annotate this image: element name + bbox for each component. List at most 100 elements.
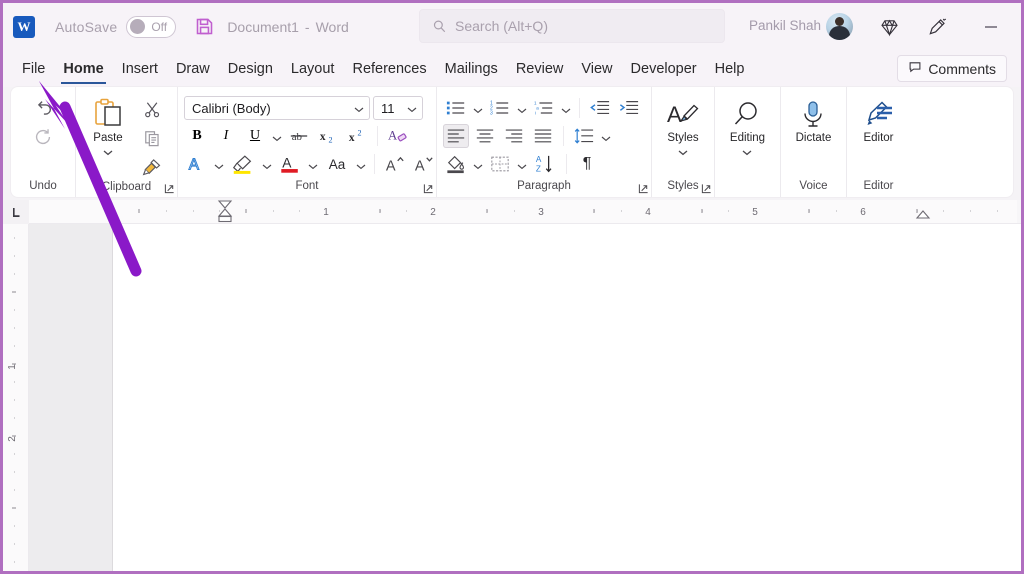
borders-chevron-down-icon[interactable] xyxy=(516,158,528,170)
ruler-track[interactable]: 12 34 56 xyxy=(29,200,1017,223)
decrease-indent-button[interactable] xyxy=(587,96,613,120)
vertical-ruler[interactable]: 1 2 xyxy=(3,224,29,571)
tab-review[interactable]: Review xyxy=(507,50,573,87)
font-size-chevron-down-icon[interactable] xyxy=(406,102,418,114)
shading-button[interactable] xyxy=(443,152,469,176)
document-canvas[interactable] xyxy=(29,224,1021,571)
bullets-button[interactable] xyxy=(443,96,469,120)
numbering-chevron-down-icon[interactable] xyxy=(516,102,528,114)
avatar[interactable] xyxy=(826,13,853,40)
text-effects-chevron-down-icon[interactable] xyxy=(213,158,225,170)
autosave-toggle[interactable]: Off xyxy=(126,16,176,38)
font-color-chevron-down-icon[interactable] xyxy=(307,158,319,170)
italic-label: I xyxy=(224,128,229,144)
font-name-chevron-down-icon[interactable] xyxy=(353,102,365,114)
redo-button[interactable] xyxy=(29,123,57,151)
numbering-button[interactable]: 1 2 3 xyxy=(487,96,513,120)
tab-developer[interactable]: Developer xyxy=(622,50,706,87)
search-box[interactable] xyxy=(419,9,725,43)
font-size-combo[interactable]: 11 xyxy=(373,96,423,120)
font-name-combo[interactable]: Calibri (Body) xyxy=(184,96,370,120)
bold-button[interactable]: B xyxy=(184,124,210,148)
font-dialog-launcher-icon[interactable] xyxy=(423,181,434,192)
multilevel-chevron-down-icon[interactable] xyxy=(560,102,572,114)
change-case-button[interactable]: Aa xyxy=(322,152,352,176)
dictate-button[interactable]: Dictate xyxy=(793,97,835,147)
user-name-label[interactable]: Pankil Shah xyxy=(749,18,821,33)
text-highlight-button[interactable] xyxy=(228,152,258,176)
paste-chevron-down-icon[interactable] xyxy=(102,144,114,156)
line-spacing-button[interactable] xyxy=(571,124,597,148)
underline-button[interactable]: U xyxy=(242,124,268,148)
highlight-chevron-down-icon[interactable] xyxy=(261,158,273,170)
grow-font-button[interactable]: A xyxy=(382,152,408,176)
bullets-chevron-down-icon[interactable] xyxy=(472,102,484,114)
paragraph-dialog-launcher-icon[interactable] xyxy=(638,181,649,192)
comments-button[interactable]: Comments xyxy=(897,55,1007,82)
underline-chevron-down-icon[interactable] xyxy=(271,130,283,142)
format-painter-brush-icon xyxy=(139,156,165,178)
change-case-chevron-down-icon[interactable] xyxy=(355,158,367,170)
show-formatting-marks-button[interactable]: ¶ xyxy=(574,152,600,176)
superscript-button[interactable]: x 2 xyxy=(344,124,370,148)
minimize-button[interactable] xyxy=(979,15,1003,39)
align-left-button[interactable] xyxy=(443,124,469,148)
styles-button[interactable]: A Styles xyxy=(663,97,703,159)
editing-chevron-down-icon[interactable] xyxy=(741,144,753,156)
styles-dialog-launcher-icon[interactable] xyxy=(701,181,712,192)
italic-button[interactable]: I xyxy=(213,124,239,148)
borders-button[interactable] xyxy=(487,152,513,176)
styles-chevron-down-icon[interactable] xyxy=(677,144,689,156)
tab-design[interactable]: Design xyxy=(219,50,282,87)
font-color-button[interactable]: A xyxy=(276,152,304,176)
tab-references[interactable]: References xyxy=(343,50,435,87)
format-painter-button[interactable] xyxy=(136,153,168,181)
tab-stop-selector[interactable] xyxy=(3,200,29,224)
subscript-button[interactable]: x 2 xyxy=(315,124,341,148)
paste-button[interactable]: Paste xyxy=(82,95,134,159)
tab-insert[interactable]: Insert xyxy=(113,50,167,87)
svg-text:4: 4 xyxy=(645,207,651,218)
tab-draw[interactable]: Draw xyxy=(167,50,219,87)
save-icon[interactable] xyxy=(194,16,215,37)
search-input[interactable] xyxy=(455,18,695,34)
horizontal-ruler[interactable]: 12 34 56 xyxy=(3,200,1021,224)
scissors-icon xyxy=(139,98,165,120)
multilevel-list-button[interactable]: 1 a i xyxy=(531,96,557,120)
ribbon-group-voice: Dictate Voice xyxy=(780,87,846,197)
ribbon-group-clipboard: Paste xyxy=(75,87,177,197)
line-spacing-chevron-down-icon[interactable] xyxy=(600,130,612,142)
shrink-font-button[interactable]: A xyxy=(411,152,437,176)
diamond-icon[interactable] xyxy=(877,15,901,39)
increase-indent-button[interactable] xyxy=(616,96,642,120)
left-indent-marker[interactable] xyxy=(214,200,236,224)
editor-button[interactable]: Editor xyxy=(860,97,898,147)
tab-mailings[interactable]: Mailings xyxy=(436,50,507,87)
justify-button[interactable] xyxy=(530,124,556,148)
tab-home[interactable]: Home xyxy=(54,50,112,87)
copy-button[interactable] xyxy=(136,124,168,152)
word-window: W AutoSave Off Document1 - Word Pankil S xyxy=(0,0,1024,574)
document-page[interactable] xyxy=(113,224,1021,571)
document-title[interactable]: Document1 xyxy=(227,19,299,35)
sort-button[interactable]: A Z xyxy=(531,152,559,176)
autosave-toggle-knob xyxy=(130,19,145,34)
tab-view[interactable]: View xyxy=(572,50,621,87)
editor-pencil-lines-icon xyxy=(863,100,895,130)
tab-layout[interactable]: Layout xyxy=(282,50,344,87)
undo-button[interactable] xyxy=(29,95,57,123)
ribbon-display-options-icon[interactable] xyxy=(925,15,949,39)
shading-chevron-down-icon[interactable] xyxy=(472,158,484,170)
clipboard-dialog-launcher-icon[interactable] xyxy=(164,181,175,192)
editing-button[interactable]: Editing xyxy=(727,97,768,159)
right-indent-marker[interactable] xyxy=(912,210,934,224)
text-effects-icon: A xyxy=(186,154,208,174)
strikethrough-button[interactable]: ab xyxy=(286,124,312,148)
align-center-button[interactable] xyxy=(472,124,498,148)
cut-button[interactable] xyxy=(136,95,168,123)
clear-formatting-button[interactable]: A xyxy=(385,124,411,148)
tab-file[interactable]: File xyxy=(13,50,54,87)
text-effects-button[interactable]: A xyxy=(184,152,210,176)
align-right-button[interactable] xyxy=(501,124,527,148)
tab-help[interactable]: Help xyxy=(706,50,754,87)
